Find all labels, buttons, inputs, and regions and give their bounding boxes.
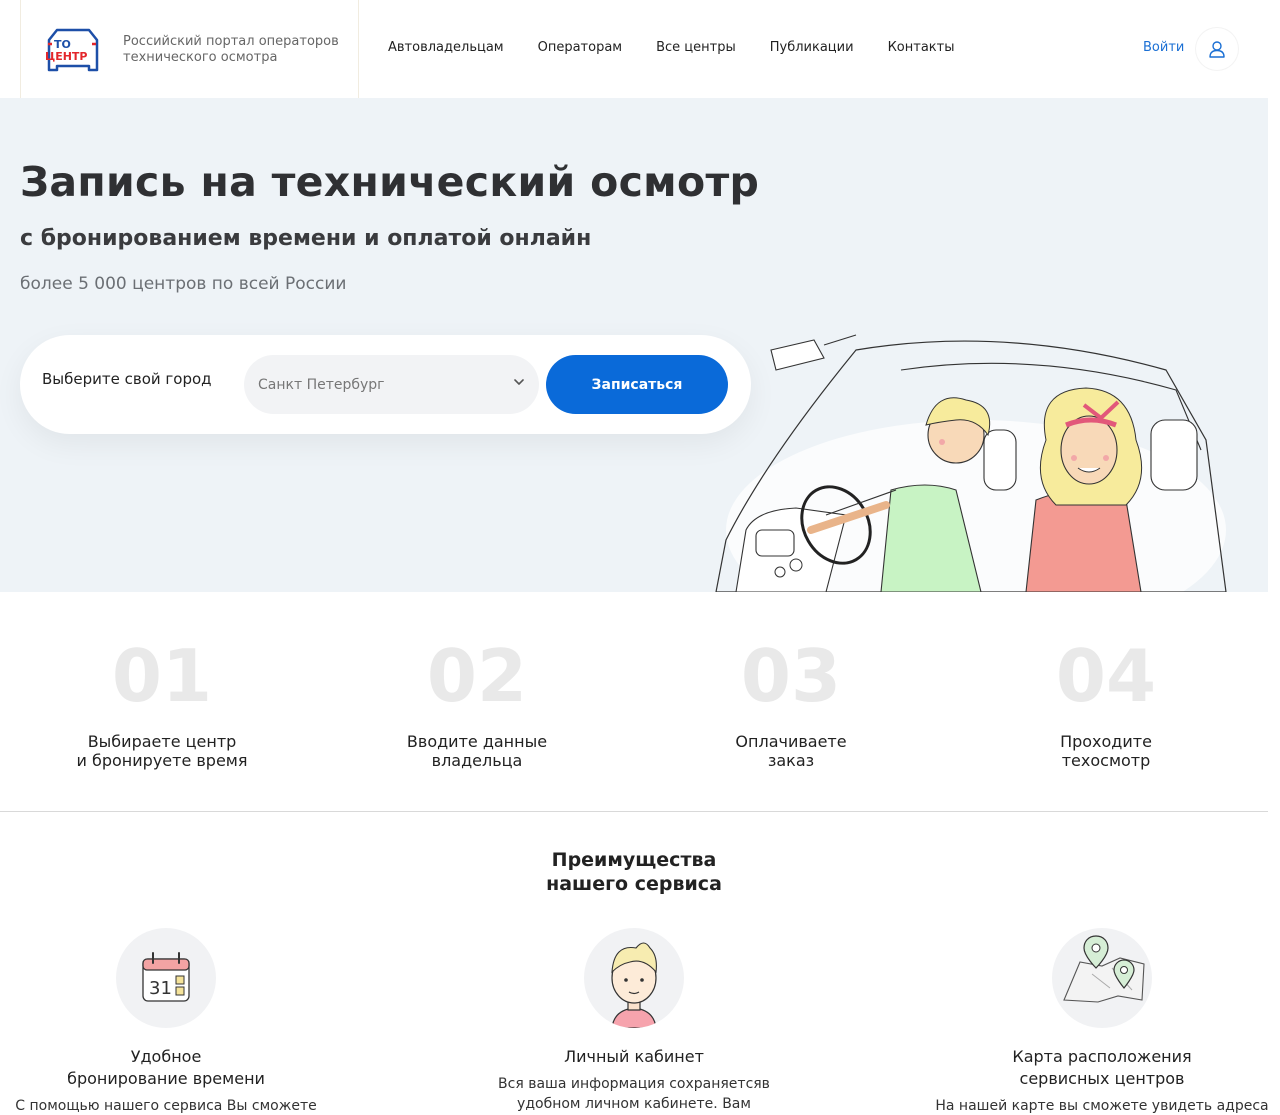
step-text-line: заказ	[767, 751, 815, 770]
car-drivers-illustration	[715, 334, 1227, 592]
advantage-booking: 31 Удобное бронирование времени С помощь…	[1, 928, 331, 1115]
chevron-down-icon	[514, 379, 524, 385]
step-text: Проходите техосмотр	[976, 732, 1236, 770]
hero-subtitle: с бронированием времени и оплатой онлайн	[20, 226, 592, 251]
to-center-logo[interactable]: ТО ЦЕНТР	[43, 26, 101, 74]
step-text-line: Оплачиваете	[735, 732, 847, 751]
site-header: ТО ЦЕНТР Российский портал операторов те…	[0, 0, 1280, 98]
advantage-name-line: сервисных центров	[1019, 1069, 1185, 1088]
city-label: Выберите свой город	[42, 370, 212, 388]
advantage-description: Вся ваша информация сохраняетсяв удобном…	[498, 1076, 770, 1112]
book-button[interactable]: Записаться	[546, 355, 728, 414]
step-text: Выбираете центр и бронируете время	[32, 732, 292, 770]
site-tagline: Российский портал операторов техническог…	[123, 34, 339, 65]
person-icon	[584, 928, 684, 1028]
advantage-account: Личный кабинет Вся ваша информация сохра…	[469, 928, 799, 1115]
advantage-name: Удобное бронирование времени	[1, 1046, 331, 1090]
advantage-name-line: Удобное	[130, 1047, 202, 1066]
advantages-title-line: нашего сервиса	[546, 873, 722, 895]
svg-text:31: 31	[149, 978, 172, 999]
nav-item-all-centers[interactable]: Все центры	[656, 40, 736, 55]
advantage-name-line: бронирование времени	[67, 1069, 265, 1088]
login-link[interactable]: Войти	[1143, 40, 1184, 55]
step-1: 01 Выбираете центр и бронируете время	[32, 632, 292, 770]
hero-title: Запись на технический осмотр	[20, 158, 760, 206]
advantage-description: С помощью нашего сервиса Вы сможете	[15, 1098, 317, 1114]
step-text-line: Проходите	[1060, 732, 1152, 751]
step-3: 03 Оплачиваете заказ	[661, 632, 921, 770]
advantage-name: Карта расположения сервисных центров	[937, 1046, 1267, 1090]
nav-item-contacts[interactable]: Контакты	[888, 40, 955, 55]
step-text: Вводите данные владельца	[347, 732, 607, 770]
nav-item-car-owners[interactable]: Автовладельцам	[388, 40, 504, 55]
nav-item-operators[interactable]: Операторам	[538, 40, 623, 55]
logo-bottom-text: ЦЕНТР	[45, 50, 88, 63]
map-icon	[1052, 928, 1152, 1028]
step-text-line: Вводите данные	[406, 732, 548, 751]
logo-area: ТО ЦЕНТР Российский портал операторов те…	[20, 0, 359, 98]
step-text-line: Выбираете центр	[87, 732, 237, 751]
city-select-value: Санкт Петербург	[258, 376, 385, 393]
user-icon	[1209, 41, 1225, 58]
step-text-line: владельца	[431, 751, 523, 770]
advantage-name: Личный кабинет	[564, 1047, 704, 1066]
step-4: 04 Проходите техосмотр	[976, 632, 1236, 770]
hero-note: более 5 000 центров по всей России	[20, 274, 347, 294]
advantage-map: Карта расположения сервисных центров На …	[935, 928, 1269, 1115]
step-text-line: и бронируете время	[76, 751, 248, 770]
step-text: Оплачиваете заказ	[661, 732, 921, 770]
advantages-title: Преимущества нашего сервиса	[0, 848, 1268, 896]
step-number: 04	[1055, 634, 1157, 718]
step-number: 03	[740, 634, 842, 718]
advantage-description: На нашей карте вы сможете увидеть адреса	[935, 1098, 1269, 1114]
step-text-line: техосмотр	[1061, 751, 1151, 770]
step-number: 01	[111, 634, 213, 718]
steps-section: 01 Выбираете центр и бронируете время 02…	[0, 592, 1268, 812]
city-select[interactable]: Санкт Петербург	[244, 355, 539, 414]
advantage-name-line: Карта расположения	[1012, 1047, 1192, 1066]
advantages-title-line: Преимущества	[551, 849, 717, 871]
hero-section: Запись на технический осмотр с бронирова…	[0, 98, 1268, 592]
step-number: 02	[426, 634, 528, 718]
city-search-card: Выберите свой город Санкт Петербург Запи…	[20, 335, 751, 434]
main-nav: Автовладельцам Операторам Все центры Пуб…	[388, 40, 954, 55]
user-button[interactable]	[1196, 28, 1238, 70]
calendar-icon: 31	[116, 928, 216, 1028]
nav-item-publications[interactable]: Публикации	[770, 40, 854, 55]
step-2: 02 Вводите данные владельца	[347, 632, 607, 770]
